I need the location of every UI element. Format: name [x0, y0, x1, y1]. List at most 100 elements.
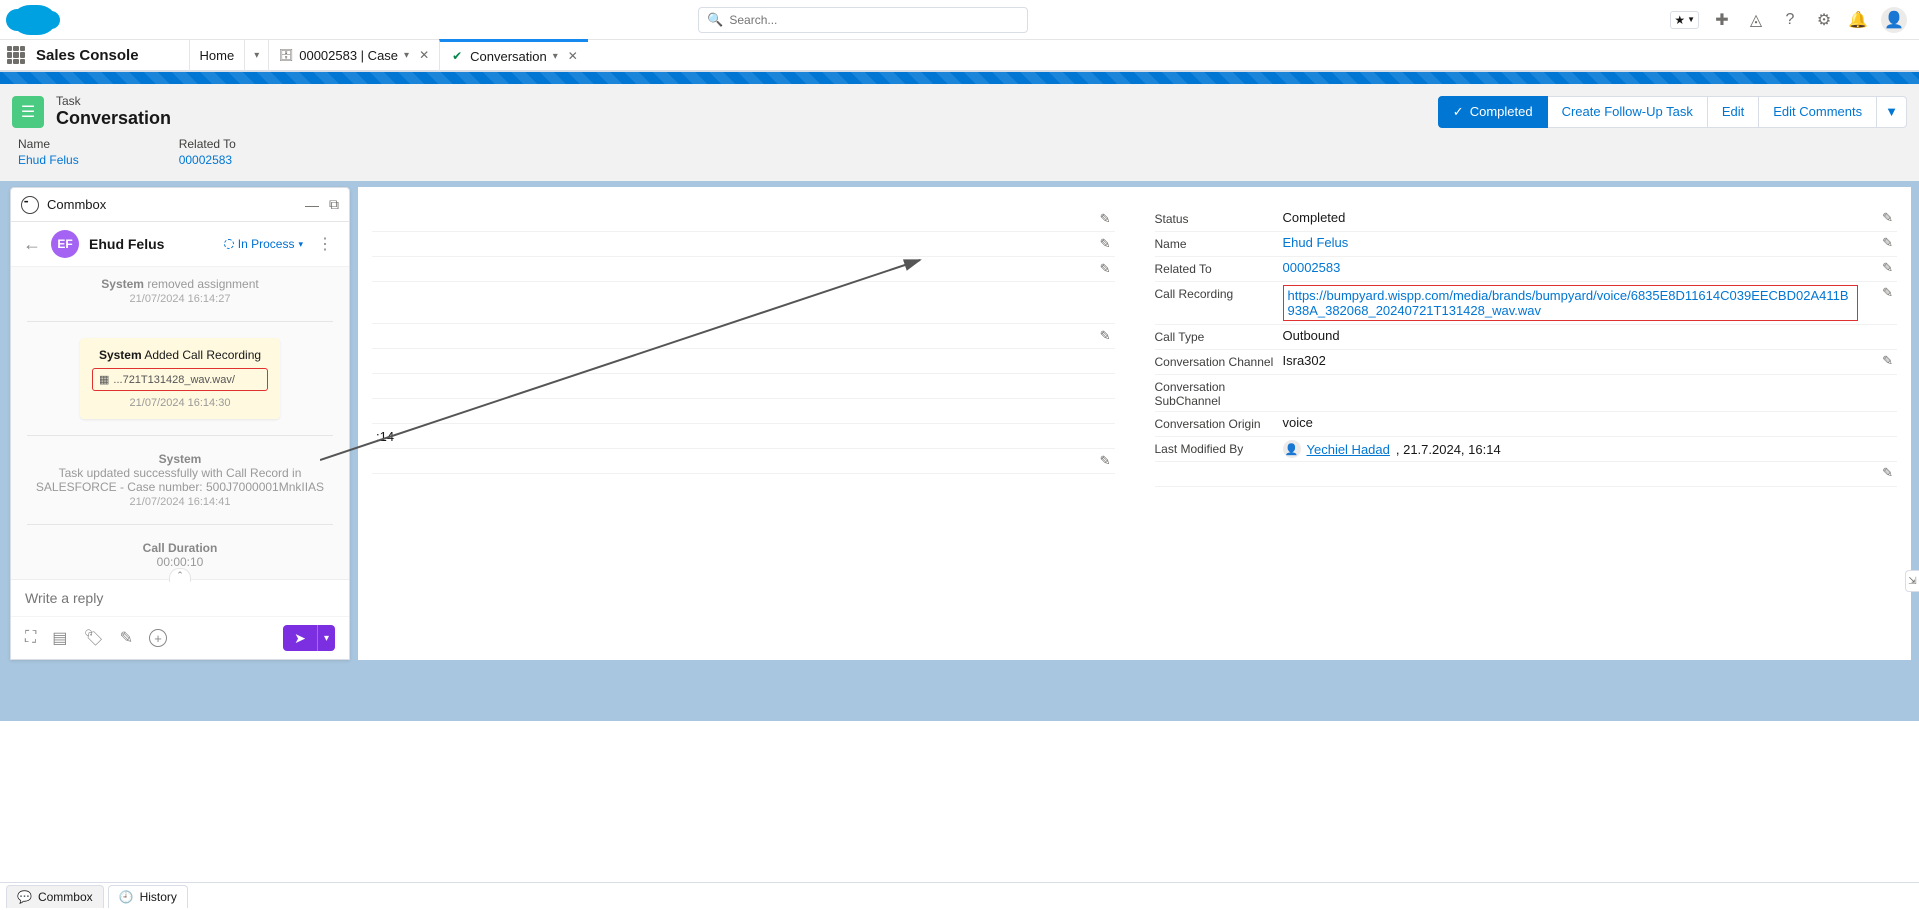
help-icon[interactable]: ? — [1779, 9, 1801, 31]
more-menu-icon[interactable]: ⋮ — [313, 234, 337, 254]
left-detail-column: ✎ ✎ ✎ ✎ :14 ✎ — [372, 207, 1115, 487]
pencil-icon[interactable]: ✎ — [1878, 235, 1897, 251]
contact-name: Ehud Felus — [89, 236, 214, 252]
more-actions-button[interactable]: ▼ — [1877, 96, 1907, 128]
edit-button[interactable]: Edit — [1708, 96, 1759, 128]
record-highlights: Name Ehud Felus Related To 00002583 — [12, 129, 1907, 171]
briefcase-icon: 🗄 — [279, 48, 293, 62]
pencil-icon[interactable]: ✎ — [1100, 328, 1111, 344]
record-wrap: ☰ Task Conversation ✓Completed Create Fo… — [0, 84, 1919, 181]
tab-label: 00002583 | Case — [299, 48, 398, 63]
notifications-icon[interactable]: 🔔 — [1847, 9, 1869, 31]
modified-user-link[interactable]: Yechiel Hadad — [1307, 442, 1390, 457]
related-link[interactable]: 00002583 — [1283, 260, 1879, 275]
commbox-titlebar: Commbox — ⧉ — [11, 188, 349, 222]
system-message: System removed assignment 21/07/2024 16:… — [27, 277, 333, 305]
chat-icon — [21, 196, 39, 214]
field-label: Related To — [179, 137, 236, 151]
popout-icon[interactable]: ⧉ — [329, 196, 339, 213]
detail-row-recording: Call Recording https://bumpyard.wispp.co… — [1155, 282, 1898, 325]
tag-icon[interactable]: 🏷 — [83, 628, 103, 648]
commbox-header: ← EF Ehud Felus In Process ▾ ⋮ — [11, 222, 349, 267]
app-nav: Sales Console Home ▾ 🗄 00002583 | Case ▾… — [0, 40, 1919, 72]
footer-tab-history[interactable]: 🕘 History — [108, 885, 188, 908]
conversation-body: System removed assignment 21/07/2024 16:… — [11, 267, 349, 579]
reply-area: ⌃ — [11, 579, 349, 616]
pencil-icon[interactable]: ✎ — [1100, 211, 1111, 227]
record-header: ☰ Task Conversation ✓Completed Create Fo… — [12, 94, 1907, 129]
tab-label: Home — [200, 48, 235, 63]
tab-home[interactable]: Home — [189, 39, 245, 71]
footer-tab-commbox[interactable]: 💬 Commbox — [6, 885, 104, 908]
related-link[interactable]: 00002583 — [179, 153, 236, 167]
pencil-icon[interactable]: ✎ — [1100, 453, 1111, 469]
pencil-icon[interactable]: ✎ — [1878, 285, 1897, 301]
chevron-down-icon: ▾ — [404, 50, 409, 61]
status-dropdown[interactable]: In Process ▾ — [224, 237, 303, 251]
detail-row-status: Status Completed ✎ — [1155, 207, 1898, 232]
tab-conversation[interactable]: ✔ Conversation ▾ ✕ — [439, 39, 588, 71]
edit-comments-button[interactable]: Edit Comments — [1759, 96, 1877, 128]
tab-label: Conversation — [470, 49, 547, 64]
edit-icon[interactable]: ✎ — [120, 628, 133, 648]
record-actions: ✓Completed Create Follow-Up Task Edit Ed… — [1438, 96, 1907, 128]
recording-file-chip[interactable]: ▦ ...721T131428_wav.wav/ — [92, 368, 268, 391]
pencil-icon[interactable]: ✎ — [1878, 353, 1897, 369]
send-button[interactable]: ➤ — [283, 625, 317, 651]
app-launcher-icon[interactable] — [0, 39, 32, 71]
scan-icon[interactable]: ⛶ — [25, 629, 36, 647]
add-icon[interactable]: ✚ — [1711, 9, 1733, 31]
app-name: Sales Console — [32, 47, 189, 64]
name-link[interactable]: Ehud Felus — [18, 153, 79, 167]
salesforce-logo[interactable] — [12, 5, 56, 35]
send-options-button[interactable]: ▾ — [317, 625, 335, 651]
recording-link[interactable]: https://bumpyard.wispp.com/media/brands/… — [1288, 288, 1849, 318]
minimize-icon[interactable]: — — [305, 197, 319, 213]
pencil-icon[interactable]: ✎ — [1100, 261, 1111, 277]
global-search[interactable]: 🔍 — [698, 7, 1028, 33]
chevron-down-icon: ▾ — [553, 51, 558, 62]
expand-up-icon[interactable]: ⌃ — [169, 568, 191, 582]
reply-input[interactable] — [25, 590, 335, 606]
pencil-icon[interactable]: ✎ — [1878, 210, 1897, 226]
pencil-icon[interactable]: ✎ — [1878, 465, 1897, 481]
search-icon: 🔍 — [707, 12, 723, 28]
trailhead-icon[interactable]: ◬ — [1745, 9, 1767, 31]
close-icon[interactable]: ✕ — [568, 49, 578, 63]
commbox-title: Commbox — [47, 197, 106, 212]
name-link[interactable]: Ehud Felus — [1283, 235, 1879, 250]
user-icon: 👤 — [1283, 440, 1301, 458]
utility-bar: 💬 Commbox 🕘 History — [0, 882, 1919, 910]
create-followup-button[interactable]: Create Follow-Up Task — [1548, 96, 1708, 128]
file-icon: ▦ — [99, 373, 109, 386]
back-icon[interactable]: ← — [23, 234, 41, 255]
tab-case[interactable]: 🗄 00002583 | Case ▾ ✕ — [268, 39, 439, 71]
detail-row-modified: Last Modified By 👤 Yechiel Hadad, 21.7.2… — [1155, 437, 1898, 462]
add-icon[interactable]: + — [149, 629, 167, 647]
detail-row-subchannel: Conversation SubChannel — [1155, 375, 1898, 412]
reply-toolbar: ⛶ ▤ 🏷 ✎ + ➤ ▾ — [11, 616, 349, 659]
chat-icon: 💬 — [17, 890, 32, 904]
task-icon: ✔ — [450, 49, 464, 63]
setup-gear-icon[interactable]: ⚙ — [1813, 9, 1835, 31]
detail-row-origin: Conversation Origin voice — [1155, 412, 1898, 437]
spinner-icon — [224, 239, 234, 249]
main-content: Commbox — ⧉ ← EF Ehud Felus In Process ▾… — [0, 181, 1919, 660]
close-icon[interactable]: ✕ — [419, 48, 429, 62]
header-icons: ★▼ ✚ ◬ ? ⚙ 🔔 👤 — [1670, 7, 1907, 33]
commbox-panel: Commbox — ⧉ ← EF Ehud Felus In Process ▾… — [10, 187, 350, 660]
system-message: SystemTask updated successfully with Cal… — [27, 452, 333, 508]
search-input[interactable] — [729, 13, 1019, 27]
details-panel: ✎ ✎ ✎ ✎ :14 ✎ Status Completed ✎ Name — [358, 187, 1911, 660]
page-title: Conversation — [56, 108, 171, 129]
favorites-button[interactable]: ★▼ — [1670, 11, 1699, 29]
task-entity-icon: ☰ — [12, 96, 44, 128]
expand-handle[interactable]: ⇲ — [1905, 570, 1919, 592]
tab-home-menu[interactable]: ▾ — [244, 39, 268, 71]
completed-button[interactable]: ✓Completed — [1438, 96, 1548, 128]
detail-row-name: Name Ehud Felus ✎ — [1155, 232, 1898, 257]
user-avatar[interactable]: 👤 — [1881, 7, 1907, 33]
book-icon[interactable]: ▤ — [52, 628, 67, 648]
pencil-icon[interactable]: ✎ — [1100, 236, 1111, 252]
pencil-icon[interactable]: ✎ — [1878, 260, 1897, 276]
